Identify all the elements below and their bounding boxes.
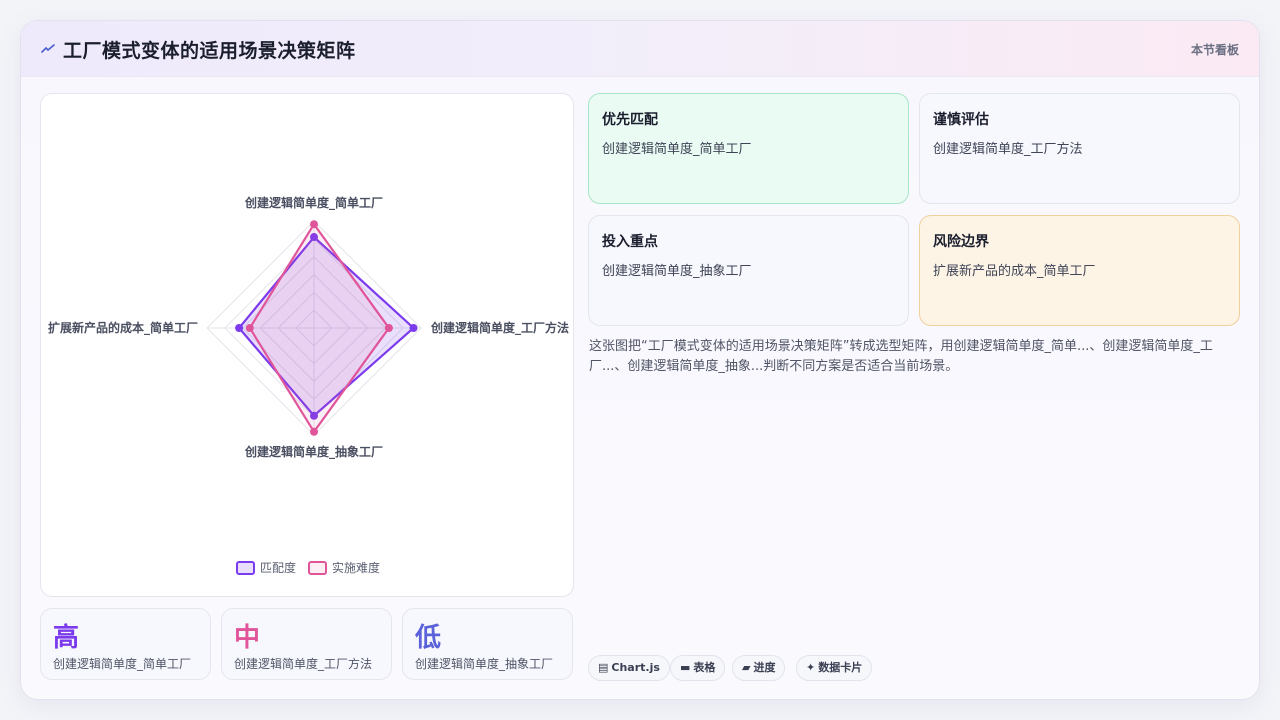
quadrant-title: 谨慎评估 — [933, 112, 989, 128]
legend-swatch — [236, 561, 255, 575]
stat-caption: 创建逻辑简单度_抽象工厂 — [415, 657, 554, 671]
radar-point — [409, 324, 418, 332]
chip-chartjs[interactable]: ▤ Chart.js — [588, 655, 670, 681]
radar-point — [245, 324, 254, 332]
radar-axis-label: 创建逻辑简单度_简单工厂 — [244, 195, 383, 211]
stat-card-mid: 中 创建逻辑简单度_工厂方法 — [221, 608, 392, 680]
legend-swatch — [308, 561, 327, 575]
chip-data-card[interactable]: ✦ 数据卡片 — [796, 655, 873, 681]
radar-point — [384, 324, 393, 332]
quadrant-title: 优先匹配 — [602, 112, 658, 128]
stat-caption: 创建逻辑简单度_工厂方法 — [234, 657, 373, 671]
section-badge[interactable]: 本节看板 — [1191, 41, 1239, 58]
quadrant-priority-match[interactable]: 优先匹配 创建逻辑简单度_简单工厂 — [588, 93, 909, 204]
legend-label: 匹配度 — [260, 560, 296, 575]
radar-chart: 创建逻辑简单度_简单工厂创建逻辑简单度_工厂方法创建逻辑简单度_抽象工厂 扩展新产… — [48, 195, 569, 575]
dashboard-card: 工厂模式变体的适用场景决策矩阵 本节看板 创建逻辑简单度_简单工厂 创建逻辑简单度… — [20, 20, 1260, 700]
chip-progress[interactable]: ▰ 进度 — [732, 655, 786, 681]
chip-label: 数据卡片 — [818, 661, 863, 674]
page-title: 工厂模式变体的适用场景决策矩阵 — [63, 40, 356, 62]
radar-series-2 — [248, 222, 391, 434]
chart-description: 这张图把“工厂模式变体的适用场景决策矩阵”转成选型矩阵，用创建逻辑简单度_简单.… — [589, 339, 1213, 374]
stat-caption: 创建逻辑简单度_简单工厂 — [53, 657, 192, 671]
table-icon: ▬ — [680, 661, 691, 674]
quadrant-risk-boundary[interactable]: 风险边界 扩展新产品的成本_简单工厂 — [919, 215, 1240, 326]
data-card-icon: ✦ — [806, 661, 816, 674]
quadrant-careful-eval[interactable]: 谨慎评估 创建逻辑简单度_工厂方法 — [919, 93, 1240, 204]
chip-label: 表格 — [693, 661, 716, 674]
radar-axis-label: 创建逻辑简单度_抽象工厂 — [244, 444, 383, 460]
stat-card-high: 高 创建逻辑简单度_简单工厂 — [40, 608, 211, 680]
quadrant-investment-focus[interactable]: 投入重点 创建逻辑简单度_抽象工厂 — [588, 215, 909, 326]
stat-level-low: 低 — [415, 623, 442, 653]
chip-table[interactable]: ▬ 表格 — [670, 655, 726, 681]
quadrant-title: 风险边界 — [933, 234, 989, 250]
progress-icon: ▰ — [742, 661, 751, 674]
chip-label: Chart.js — [611, 661, 660, 674]
radar-axis-label: 创建逻辑简单度_工厂方法 — [430, 320, 569, 336]
radar-chart-panel: 创建逻辑简单度_简单工厂创建逻辑简单度_工厂方法创建逻辑简单度_抽象工厂 扩展新产… — [40, 93, 574, 597]
legend-label: 实施难度 — [332, 560, 380, 575]
stat-level-mid: 中 — [234, 623, 261, 653]
radar-point — [310, 427, 318, 436]
quadrant-text: 创建逻辑简单度_简单工厂 — [602, 142, 752, 157]
stat-level-high: 高 — [53, 623, 80, 653]
header-bar: 工厂模式变体的适用场景决策矩阵 本节看板 — [21, 21, 1259, 77]
radar-axis-label: 扩展新产品的成本_简单工厂 — [48, 320, 198, 336]
quadrant-text: 扩展新产品的成本_简单工厂 — [933, 264, 1096, 279]
radar-point — [310, 220, 318, 229]
radar-point — [235, 324, 244, 332]
chart-icon: ▤ — [598, 661, 609, 674]
stat-card-low: 低 创建逻辑简单度_抽象工厂 — [402, 608, 573, 680]
quadrant-text: 创建逻辑简单度_抽象工厂 — [602, 264, 752, 279]
sparkle-icon — [41, 44, 55, 53]
chip-label: 进度 — [753, 661, 776, 674]
quadrant-title: 投入重点 — [602, 234, 658, 250]
quadrant-text: 创建逻辑简单度_工厂方法 — [933, 142, 1083, 157]
